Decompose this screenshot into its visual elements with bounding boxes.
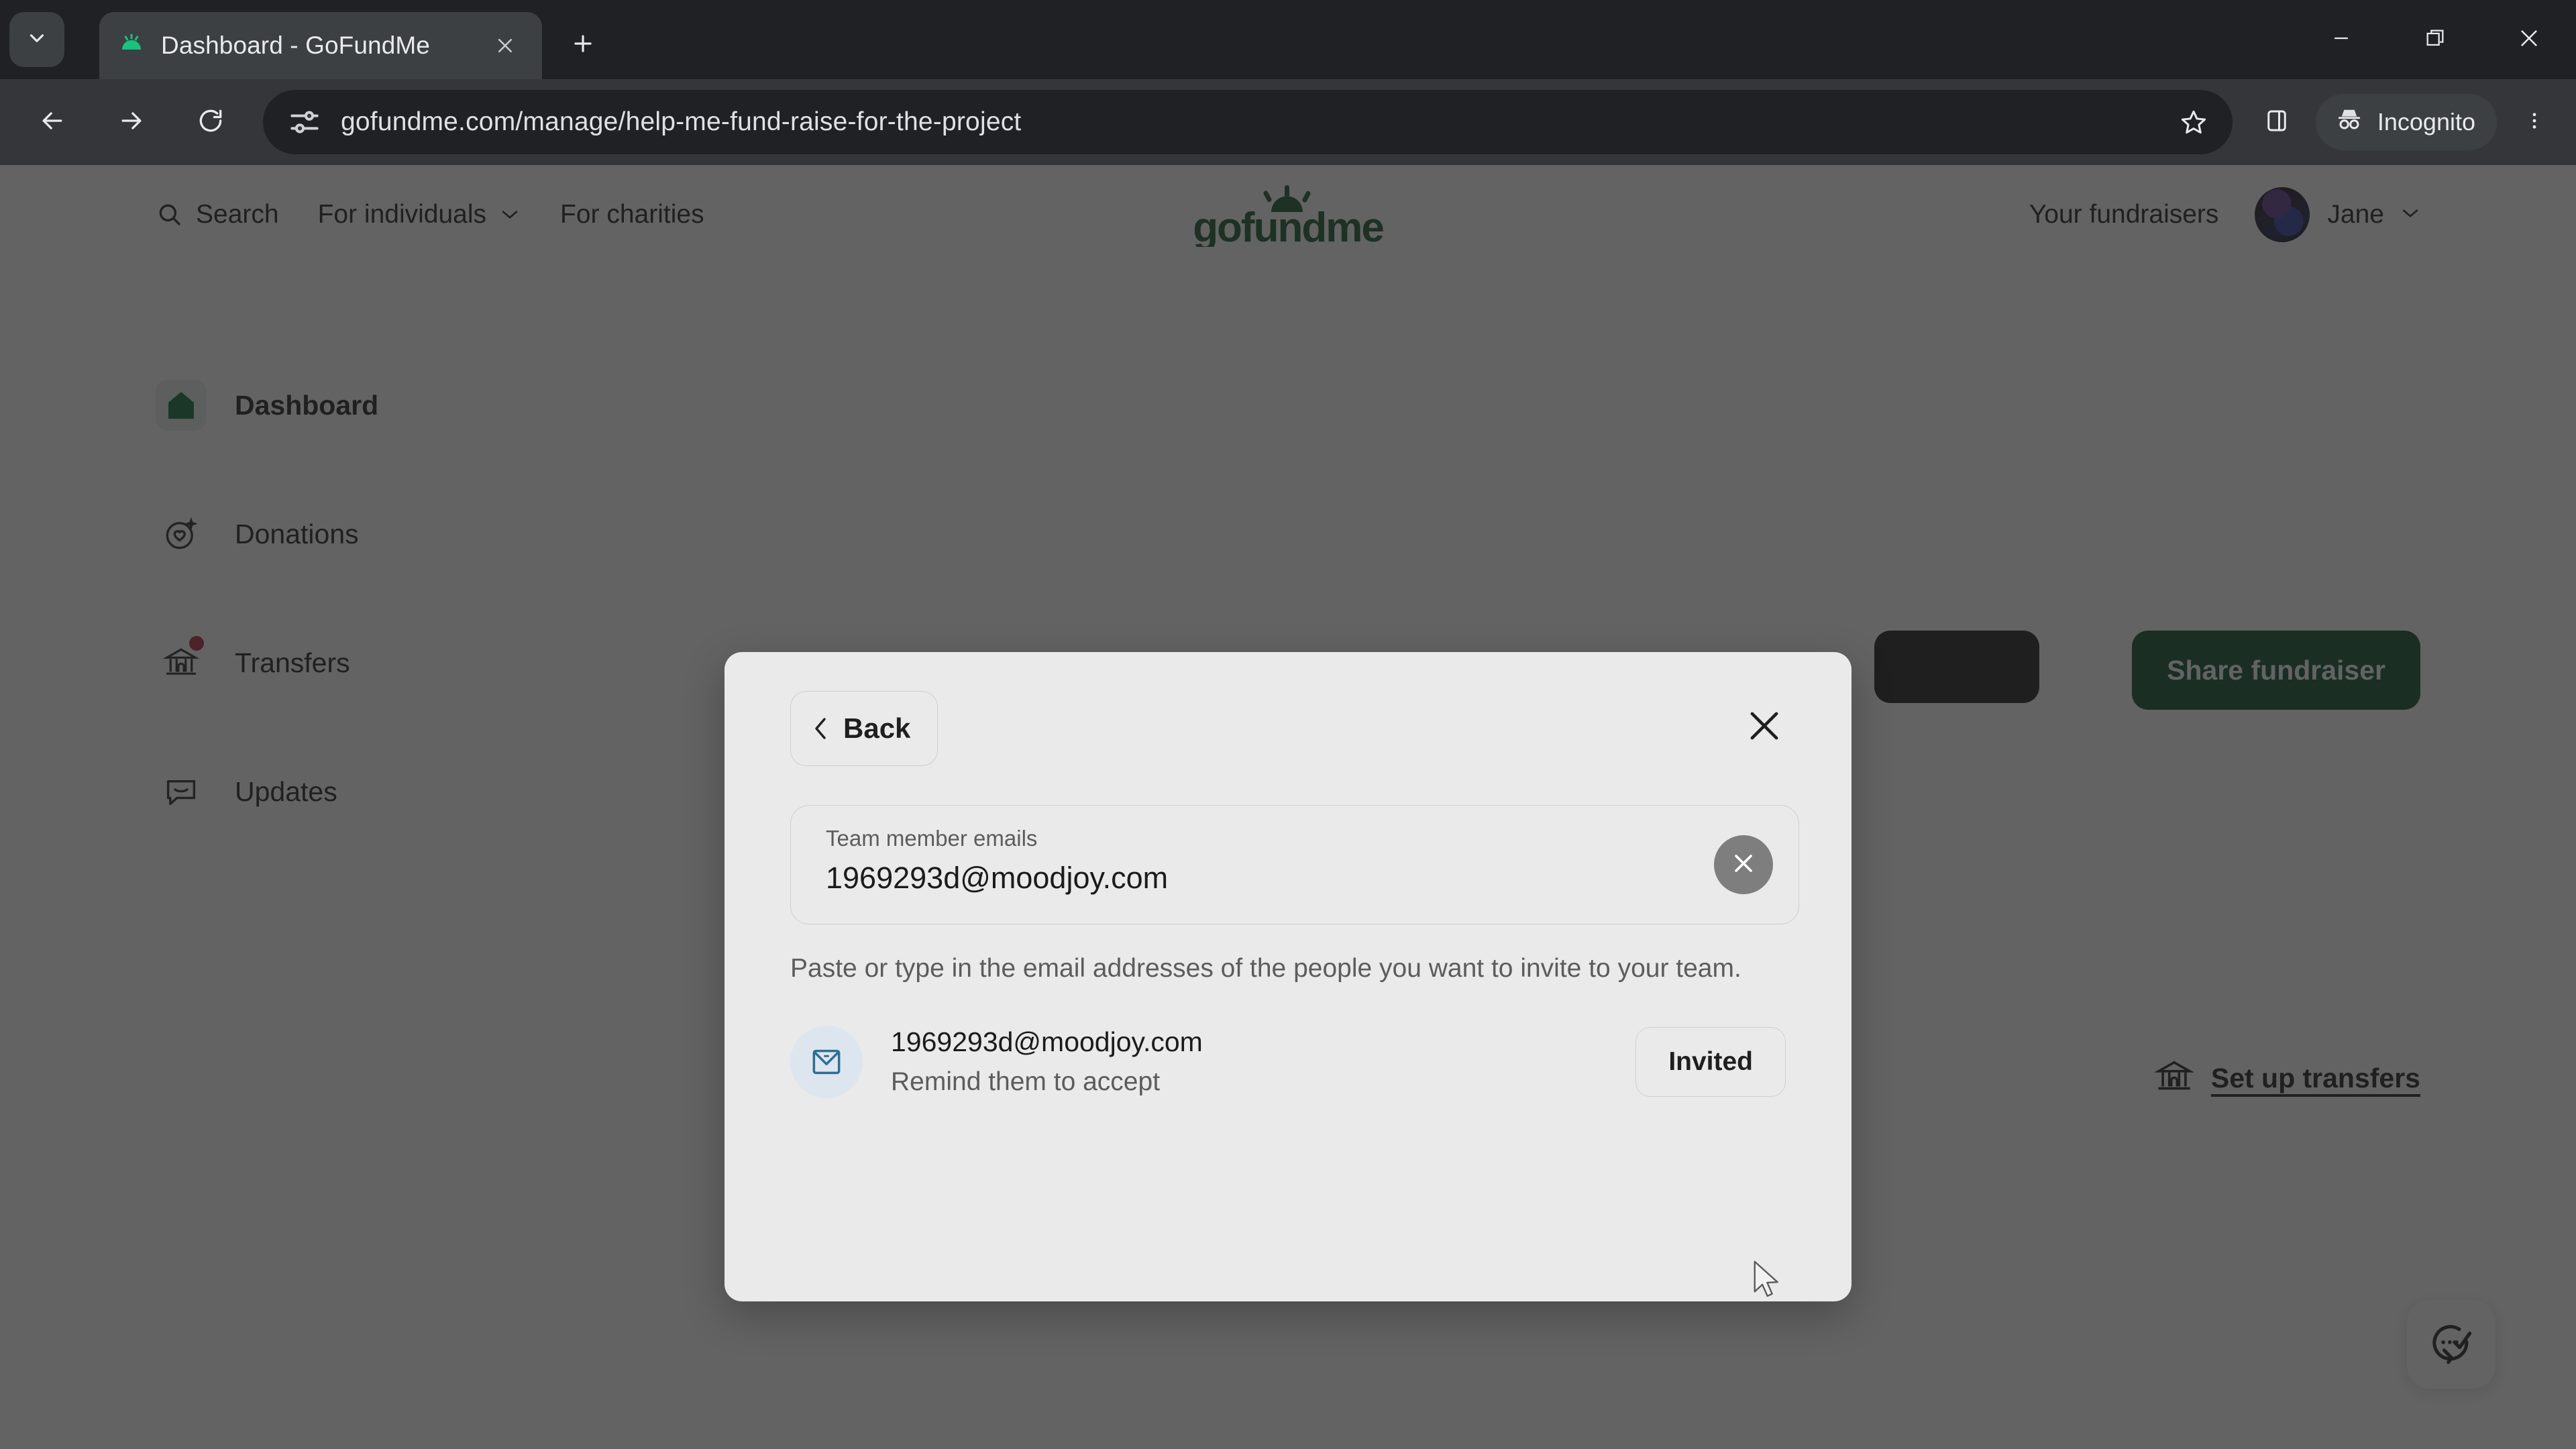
toolbar-right-actions: Incognito (2246, 91, 2576, 153)
reload-icon (196, 106, 225, 139)
side-panel-icon (2263, 107, 2291, 138)
gofundme-favicon-icon (117, 31, 146, 60)
browser-menu-button[interactable] (2505, 91, 2564, 153)
tab-close-icon[interactable] (486, 26, 525, 65)
arrow-left-icon (38, 106, 67, 139)
close-icon (1729, 849, 1758, 881)
back-button[interactable] (17, 87, 87, 157)
more-vertical-icon (2523, 107, 2546, 138)
chevron-left-icon (811, 715, 830, 742)
site-settings-icon[interactable] (286, 103, 323, 141)
close-icon (2516, 25, 2542, 54)
window-controls (2294, 0, 2576, 79)
browser-toolbar: gofundme.com/manage/help-me-fund-raise-f… (0, 79, 2576, 165)
invited-button-label: Invited (1668, 1046, 1753, 1076)
bookmark-star-icon[interactable] (2165, 94, 2222, 150)
back-button-label: Back (843, 712, 911, 744)
field-help-text: Paste or type in the email addresses of … (790, 954, 1741, 983)
incognito-icon (2334, 105, 2377, 140)
modal-close-button[interactable] (1732, 695, 1796, 759)
plus-icon (570, 31, 596, 60)
close-icon (1743, 705, 1785, 750)
new-tab-button[interactable] (557, 19, 609, 71)
window-maximize-button[interactable] (2388, 0, 2482, 79)
member-email: 1969293d@moodjoy.com (891, 1026, 1203, 1058)
arrow-right-icon (117, 106, 146, 139)
chevron-down-icon (25, 27, 48, 53)
maximize-icon (2424, 27, 2447, 53)
member-texts: 1969293d@moodjoy.com Remind them to acce… (891, 1026, 1635, 1097)
list-item: 1969293d@moodjoy.com Remind them to acce… (790, 1025, 1799, 1098)
mouse-cursor (1752, 1260, 1782, 1301)
url-text[interactable]: gofundme.com/manage/help-me-fund-raise-f… (341, 107, 2165, 137)
back-button[interactable]: Back (790, 691, 938, 766)
side-panel-button[interactable] (2246, 91, 2308, 153)
window-minimize-button[interactable] (2294, 0, 2388, 79)
member-status-sub: Remind them to accept (891, 1067, 1161, 1097)
incognito-indicator[interactable]: Incognito (2315, 94, 2497, 150)
team-member-emails-input[interactable]: 1969293d@moodjoy.com (826, 861, 1774, 896)
forward-button[interactable] (97, 87, 166, 157)
clear-input-button[interactable] (1714, 835, 1773, 894)
tab-title: Dashboard - GoFundMe (161, 32, 430, 59)
address-bar[interactable]: gofundme.com/manage/help-me-fund-raise-f… (263, 90, 2233, 154)
tab-search-button[interactable] (9, 12, 64, 67)
page-viewport: Search For individuals For charities (0, 165, 2576, 1449)
gofundme-dashboard: Search For individuals For charities (0, 165, 2576, 1449)
invited-button[interactable]: Invited (1635, 1026, 1786, 1097)
minimize-icon (2330, 27, 2353, 53)
reload-button[interactable] (176, 87, 246, 157)
team-member-emails-field[interactable]: Team member emails 1969293d@moodjoy.com (790, 805, 1799, 924)
modal-header: Back (790, 691, 1799, 766)
team-member-emails-label: Team member emails (826, 826, 1038, 851)
invite-team-modal: Back Team member emails 1969293d@moodjoy… (724, 652, 1851, 1301)
browser-tab[interactable]: Dashboard - GoFundMe (99, 12, 542, 79)
tab-strip: Dashboard - GoFundMe (0, 0, 2576, 79)
window-close-button[interactable] (2482, 0, 2576, 79)
envelope-icon (790, 1025, 863, 1098)
incognito-label: Incognito (2377, 108, 2475, 136)
browser-window: Dashboard - GoFundMe gofundme.com/manage… (0, 0, 2576, 1449)
